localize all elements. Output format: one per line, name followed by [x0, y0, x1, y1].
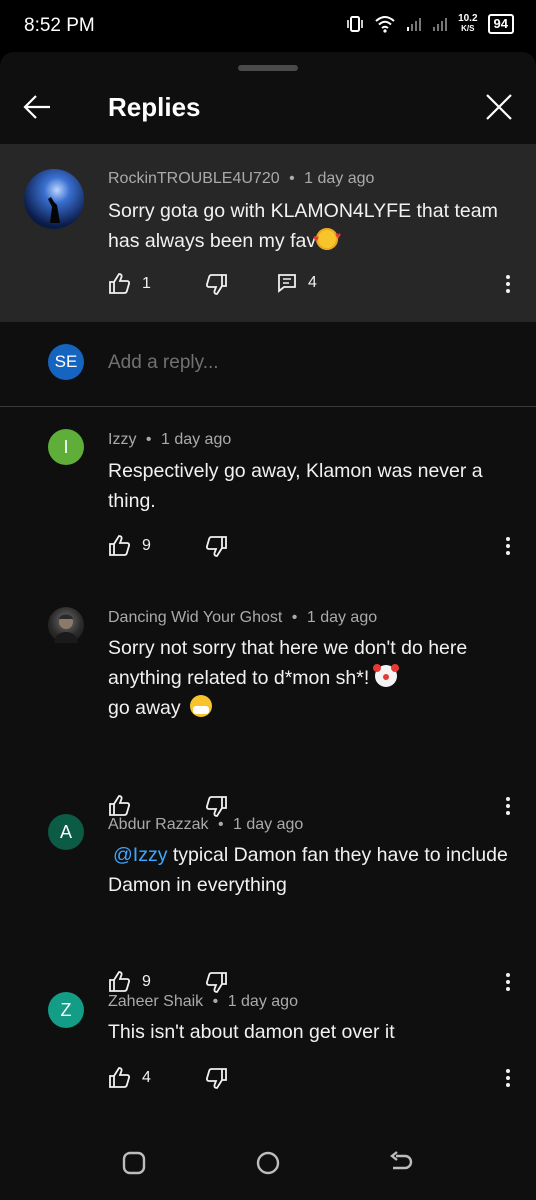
- like-button[interactable]: 9: [108, 534, 151, 558]
- mention-link[interactable]: @Izzy: [113, 844, 167, 866]
- wifi-icon: [375, 16, 395, 33]
- comment-text-content: Sorry not sorry that here we don't do he…: [108, 637, 468, 689]
- like-button[interactable]: 1: [108, 272, 151, 296]
- user-avatar-initials: SE: [54, 352, 78, 371]
- signal-icon-2: [433, 18, 448, 31]
- status-bar: 8:52 PM 10.2 K/S 94: [0, 0, 536, 52]
- comment-author[interactable]: Abdur Razzak: [108, 816, 209, 833]
- status-time: 8:52 PM: [24, 15, 95, 36]
- avatar[interactable]: A: [48, 814, 84, 850]
- comment-actions: 9: [108, 534, 518, 560]
- smiling-hearts-emoji-icon: ♥ ♥: [313, 228, 341, 250]
- network-speed: 10.2 K/S: [458, 14, 477, 34]
- meta-separator: •: [291, 609, 298, 626]
- dislike-button[interactable]: [204, 1066, 228, 1090]
- comment-text: Sorry not sorry that here we don't do he…: [108, 633, 518, 723]
- network-speed-unit: K/S: [461, 24, 475, 33]
- avatar[interactable]: Z: [48, 992, 84, 1028]
- comment-meta: Izzy • 1 day ago: [108, 431, 231, 449]
- reply-comment: Dancing Wid Your Ghost • 1 day ago Sorry…: [0, 587, 536, 817]
- meta-separator: •: [212, 993, 219, 1010]
- reply-count: 4: [308, 274, 317, 291]
- comment-text: This isn't about damon get over it: [108, 1021, 395, 1043]
- page-title: Replies: [108, 92, 201, 122]
- avatar[interactable]: I: [48, 429, 84, 465]
- avatar-letter: Z: [60, 999, 72, 1020]
- reply-comment: I Izzy • 1 day ago Respectively go away,…: [0, 407, 536, 587]
- comment-time: 1 day ago: [227, 993, 298, 1010]
- comment-time: 1 day ago: [304, 170, 375, 187]
- reply-comment: A Abdur Razzak • 1 day ago @Izzy typical…: [0, 792, 536, 993]
- parent-comment: RockinTROUBLE4U720 • 1 day ago Sorry got…: [0, 144, 536, 322]
- close-icon[interactable]: [484, 92, 514, 122]
- thumbs-up-icon: [109, 273, 131, 294]
- like-count: 9: [142, 537, 151, 554]
- comment-author[interactable]: RockinTROUBLE4U720: [108, 170, 280, 187]
- comment-actions: 1 4: [108, 272, 518, 298]
- vibrate-icon: [347, 16, 363, 32]
- comment-icon: [278, 274, 296, 293]
- like-button[interactable]: 4: [108, 1066, 151, 1090]
- reply-input[interactable]: Add a reply...: [108, 352, 219, 374]
- more-options-icon[interactable]: [504, 1066, 512, 1090]
- comment-meta: Dancing Wid Your Ghost • 1 day ago: [108, 609, 377, 627]
- meta-separator: •: [217, 816, 224, 833]
- comment-time: 1 day ago: [160, 431, 232, 448]
- thumbs-up-icon: [109, 535, 131, 556]
- comment-actions: 4: [108, 1066, 518, 1092]
- home-icon[interactable]: [255, 1150, 281, 1176]
- avatar-letter: I: [63, 436, 69, 457]
- wolf-silhouette-icon: [48, 197, 60, 223]
- avatar-letter: A: [59, 821, 72, 842]
- recent-apps-icon[interactable]: [121, 1150, 147, 1176]
- dislike-button[interactable]: [204, 534, 228, 558]
- clown-face-emoji-icon: [372, 664, 399, 687]
- comment-text-content-2: go away: [108, 697, 181, 719]
- comment-meta: Abdur Razzak • 1 day ago: [108, 816, 303, 834]
- battery-indicator: 94: [487, 14, 514, 34]
- avatar[interactable]: [48, 607, 84, 643]
- like-count: 4: [142, 1069, 151, 1086]
- comment-time: 1 day ago: [306, 609, 378, 626]
- meta-separator: •: [145, 431, 152, 448]
- drag-handle[interactable]: [238, 65, 298, 71]
- comment-meta: RockinTROUBLE4U720 • 1 day ago: [108, 170, 374, 188]
- thumbs-up-icon: [109, 1067, 131, 1088]
- user-avatar: SE: [48, 344, 84, 380]
- meta-separator: •: [289, 170, 295, 187]
- comment-author[interactable]: Zaheer Shaik: [108, 993, 203, 1010]
- system-nav-bar: [0, 1130, 536, 1200]
- comment-time: 1 day ago: [233, 816, 304, 833]
- thumbs-down-icon: [205, 536, 227, 557]
- replies-button[interactable]: 4: [276, 272, 317, 294]
- person-photo-icon: [54, 614, 78, 643]
- more-options-icon[interactable]: [504, 272, 512, 296]
- signal-icon-1: [407, 18, 422, 31]
- comment-author[interactable]: Izzy: [108, 431, 136, 448]
- reply-comment: Z Zaheer Shaik • 1 day ago This isn't ab…: [0, 972, 536, 1132]
- network-speed-value: 10.2: [458, 13, 478, 24]
- comment-text: Sorry gota go with KLAMON4LYFE that team…: [108, 196, 518, 256]
- back-arrow-icon[interactable]: [22, 92, 52, 122]
- dislike-button[interactable]: [204, 272, 228, 296]
- avatar[interactable]: [24, 169, 84, 229]
- back-nav-icon[interactable]: [388, 1150, 414, 1176]
- comment-text: @Izzy typical Damon fan they have to inc…: [108, 840, 518, 900]
- comment-text-content: Sorry gota go with KLAMON4LYFE that team…: [108, 200, 498, 252]
- thumbs-down-icon: [205, 274, 227, 295]
- more-options-icon[interactable]: [504, 534, 512, 558]
- comment-text-content: typical Damon fan they have to include D…: [108, 844, 508, 896]
- face-with-mask-emoji-icon: [190, 695, 213, 717]
- add-reply-row: SE Add a reply...: [0, 322, 536, 407]
- header: Replies: [0, 72, 536, 144]
- comment-meta: Zaheer Shaik • 1 day ago: [108, 993, 298, 1011]
- comment-author[interactable]: Dancing Wid Your Ghost: [108, 609, 282, 626]
- thumbs-down-icon: [205, 1068, 227, 1089]
- like-count: 1: [142, 275, 151, 292]
- replies-sheet: Replies RockinTROUBLE4U720 • 1 day ago S…: [0, 52, 536, 1200]
- status-icons: 10.2 K/S 94: [346, 14, 514, 34]
- comment-text: Respectively go away, Klamon was never a…: [108, 460, 483, 512]
